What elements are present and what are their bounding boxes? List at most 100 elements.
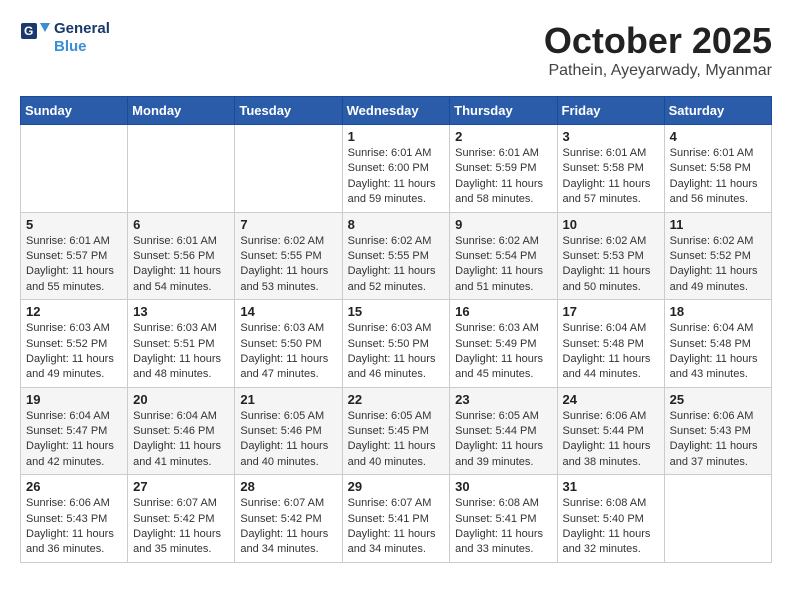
- calendar-cell: 26 Sunrise: 6:06 AMSunset: 5:43 PMDaylig…: [21, 475, 128, 563]
- day-info: Sunrise: 6:03 AMSunset: 5:51 PMDaylight:…: [133, 322, 221, 380]
- calendar-cell: 6 Sunrise: 6:01 AMSunset: 5:56 PMDayligh…: [128, 212, 235, 300]
- day-number: 30: [455, 479, 551, 494]
- calendar-cell: 17 Sunrise: 6:04 AMSunset: 5:48 PMDaylig…: [557, 300, 664, 388]
- weekday-header-tuesday: Tuesday: [235, 97, 342, 125]
- weekday-header-thursday: Thursday: [450, 97, 557, 125]
- calendar-cell: 23 Sunrise: 6:05 AMSunset: 5:44 PMDaylig…: [450, 387, 557, 475]
- day-number: 24: [563, 392, 659, 407]
- day-info: Sunrise: 6:05 AMSunset: 5:46 PMDaylight:…: [240, 410, 328, 468]
- day-number: 16: [455, 304, 551, 319]
- calendar-cell: 2 Sunrise: 6:01 AMSunset: 5:59 PMDayligh…: [450, 125, 557, 213]
- day-number: 8: [348, 217, 445, 232]
- day-number: 7: [240, 217, 336, 232]
- day-info: Sunrise: 6:08 AMSunset: 5:41 PMDaylight:…: [455, 497, 543, 555]
- day-info: Sunrise: 6:06 AMSunset: 5:43 PMDaylight:…: [26, 497, 114, 555]
- calendar-cell: 22 Sunrise: 6:05 AMSunset: 5:45 PMDaylig…: [342, 387, 450, 475]
- day-info: Sunrise: 6:04 AMSunset: 5:48 PMDaylight:…: [670, 322, 758, 380]
- calendar-cell: 16 Sunrise: 6:03 AMSunset: 5:49 PMDaylig…: [450, 300, 557, 388]
- day-number: 12: [26, 304, 122, 319]
- day-info: Sunrise: 6:01 AMSunset: 5:56 PMDaylight:…: [133, 235, 221, 293]
- day-number: 25: [670, 392, 766, 407]
- week-row-4: 19 Sunrise: 6:04 AMSunset: 5:47 PMDaylig…: [21, 387, 772, 475]
- calendar-cell: [21, 125, 128, 213]
- calendar-cell: 21 Sunrise: 6:05 AMSunset: 5:46 PMDaylig…: [235, 387, 342, 475]
- day-number: 15: [348, 304, 445, 319]
- week-row-1: 1 Sunrise: 6:01 AMSunset: 6:00 PMDayligh…: [21, 125, 772, 213]
- calendar-cell: 28 Sunrise: 6:07 AMSunset: 5:42 PMDaylig…: [235, 475, 342, 563]
- day-number: 3: [563, 129, 659, 144]
- calendar-cell: [235, 125, 342, 213]
- day-number: 1: [348, 129, 445, 144]
- day-info: Sunrise: 6:01 AMSunset: 5:59 PMDaylight:…: [455, 147, 543, 205]
- calendar-table: SundayMondayTuesdayWednesdayThursdayFrid…: [20, 96, 772, 563]
- weekday-header-wednesday: Wednesday: [342, 97, 450, 125]
- calendar-cell: 19 Sunrise: 6:04 AMSunset: 5:47 PMDaylig…: [21, 387, 128, 475]
- day-info: Sunrise: 6:07 AMSunset: 5:42 PMDaylight:…: [240, 497, 328, 555]
- week-row-3: 12 Sunrise: 6:03 AMSunset: 5:52 PMDaylig…: [21, 300, 772, 388]
- day-number: 18: [670, 304, 766, 319]
- calendar-cell: 9 Sunrise: 6:02 AMSunset: 5:54 PMDayligh…: [450, 212, 557, 300]
- calendar-cell: 7 Sunrise: 6:02 AMSunset: 5:55 PMDayligh…: [235, 212, 342, 300]
- logo: G General Blue: [20, 20, 110, 56]
- weekday-header-monday: Monday: [128, 97, 235, 125]
- calendar-cell: [664, 475, 771, 563]
- month-title: October 2025: [544, 20, 772, 62]
- weekday-header-saturday: Saturday: [664, 97, 771, 125]
- day-number: 6: [133, 217, 229, 232]
- day-number: 9: [455, 217, 551, 232]
- day-number: 28: [240, 479, 336, 494]
- day-number: 2: [455, 129, 551, 144]
- calendar-cell: 18 Sunrise: 6:04 AMSunset: 5:48 PMDaylig…: [664, 300, 771, 388]
- calendar-cell: 11 Sunrise: 6:02 AMSunset: 5:52 PMDaylig…: [664, 212, 771, 300]
- weekday-header-sunday: Sunday: [21, 97, 128, 125]
- day-number: 20: [133, 392, 229, 407]
- calendar-cell: 5 Sunrise: 6:01 AMSunset: 5:57 PMDayligh…: [21, 212, 128, 300]
- day-info: Sunrise: 6:04 AMSunset: 5:47 PMDaylight:…: [26, 410, 114, 468]
- day-info: Sunrise: 6:03 AMSunset: 5:49 PMDaylight:…: [455, 322, 543, 380]
- calendar-cell: 4 Sunrise: 6:01 AMSunset: 5:58 PMDayligh…: [664, 125, 771, 213]
- day-number: 27: [133, 479, 229, 494]
- day-info: Sunrise: 6:06 AMSunset: 5:43 PMDaylight:…: [670, 410, 758, 468]
- calendar-cell: 13 Sunrise: 6:03 AMSunset: 5:51 PMDaylig…: [128, 300, 235, 388]
- weekday-header-row: SundayMondayTuesdayWednesdayThursdayFrid…: [21, 97, 772, 125]
- svg-text:G: G: [24, 24, 33, 38]
- week-row-5: 26 Sunrise: 6:06 AMSunset: 5:43 PMDaylig…: [21, 475, 772, 563]
- day-info: Sunrise: 6:02 AMSunset: 5:54 PMDaylight:…: [455, 235, 543, 293]
- calendar-cell: 8 Sunrise: 6:02 AMSunset: 5:55 PMDayligh…: [342, 212, 450, 300]
- day-number: 13: [133, 304, 229, 319]
- logo-emblem: G: [20, 22, 52, 54]
- day-info: Sunrise: 6:01 AMSunset: 6:00 PMDaylight:…: [348, 147, 436, 205]
- day-info: Sunrise: 6:05 AMSunset: 5:44 PMDaylight:…: [455, 410, 543, 468]
- logo-line2: Blue: [54, 38, 110, 56]
- day-info: Sunrise: 6:01 AMSunset: 5:58 PMDaylight:…: [670, 147, 758, 205]
- calendar-cell: 10 Sunrise: 6:02 AMSunset: 5:53 PMDaylig…: [557, 212, 664, 300]
- calendar-cell: 20 Sunrise: 6:04 AMSunset: 5:46 PMDaylig…: [128, 387, 235, 475]
- day-info: Sunrise: 6:03 AMSunset: 5:50 PMDaylight:…: [348, 322, 436, 380]
- day-number: 31: [563, 479, 659, 494]
- calendar-cell: 30 Sunrise: 6:08 AMSunset: 5:41 PMDaylig…: [450, 475, 557, 563]
- calendar-cell: 1 Sunrise: 6:01 AMSunset: 6:00 PMDayligh…: [342, 125, 450, 213]
- calendar-cell: 25 Sunrise: 6:06 AMSunset: 5:43 PMDaylig…: [664, 387, 771, 475]
- day-number: 26: [26, 479, 122, 494]
- day-info: Sunrise: 6:03 AMSunset: 5:52 PMDaylight:…: [26, 322, 114, 380]
- day-number: 14: [240, 304, 336, 319]
- day-info: Sunrise: 6:01 AMSunset: 5:58 PMDaylight:…: [563, 147, 651, 205]
- calendar-cell: 29 Sunrise: 6:07 AMSunset: 5:41 PMDaylig…: [342, 475, 450, 563]
- calendar-cell: 14 Sunrise: 6:03 AMSunset: 5:50 PMDaylig…: [235, 300, 342, 388]
- weekday-header-friday: Friday: [557, 97, 664, 125]
- calendar-cell: 15 Sunrise: 6:03 AMSunset: 5:50 PMDaylig…: [342, 300, 450, 388]
- location-subtitle: Pathein, Ayeyarwady, Myanmar: [544, 62, 772, 80]
- day-number: 22: [348, 392, 445, 407]
- week-row-2: 5 Sunrise: 6:01 AMSunset: 5:57 PMDayligh…: [21, 212, 772, 300]
- day-number: 29: [348, 479, 445, 494]
- day-info: Sunrise: 6:04 AMSunset: 5:48 PMDaylight:…: [563, 322, 651, 380]
- day-info: Sunrise: 6:02 AMSunset: 5:52 PMDaylight:…: [670, 235, 758, 293]
- calendar-cell: [128, 125, 235, 213]
- page-header: G General Blue October 2025 Pathein, Aye…: [20, 20, 772, 80]
- day-info: Sunrise: 6:06 AMSunset: 5:44 PMDaylight:…: [563, 410, 651, 468]
- day-number: 23: [455, 392, 551, 407]
- day-info: Sunrise: 6:08 AMSunset: 5:40 PMDaylight:…: [563, 497, 651, 555]
- day-info: Sunrise: 6:05 AMSunset: 5:45 PMDaylight:…: [348, 410, 436, 468]
- day-number: 21: [240, 392, 336, 407]
- calendar-cell: 24 Sunrise: 6:06 AMSunset: 5:44 PMDaylig…: [557, 387, 664, 475]
